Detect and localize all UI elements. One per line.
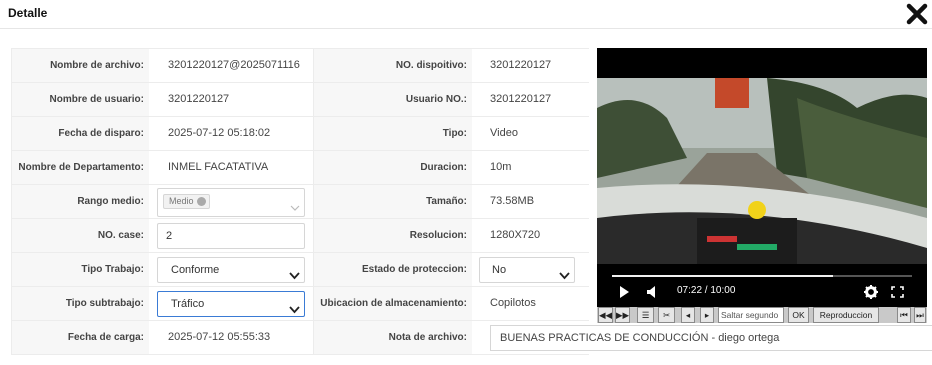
- list-button[interactable]: ☰: [637, 307, 654, 323]
- medium-range-select[interactable]: Medio: [157, 188, 305, 217]
- storage-value: Copilotos: [490, 297, 536, 309]
- dialog-title: Detalle: [8, 6, 48, 20]
- user-no-value: 3201220127: [490, 93, 552, 105]
- last-frame-button[interactable]: ⏭: [914, 307, 926, 323]
- step-forward-button[interactable]: ▸: [700, 307, 714, 323]
- work-type-select[interactable]: Conforme: [157, 257, 305, 283]
- trigger-date-value: 2025-07-12 05:18:02: [168, 127, 271, 139]
- list-icon: ☰: [641, 310, 650, 320]
- case-no-input[interactable]: 2: [157, 223, 305, 249]
- note-input[interactable]: BUENAS PRACTICAS DE CONDUCCIÓN - diego o…: [490, 325, 932, 351]
- resolution-label: Resolucion:: [313, 219, 472, 252]
- type-value: Video: [490, 127, 518, 139]
- play-icon[interactable]: [619, 286, 630, 301]
- skip-seconds-input[interactable]: Saltar segundo: [718, 307, 784, 323]
- work-subtype-select[interactable]: Tráfico: [157, 291, 305, 317]
- form-row: Fecha de disparo: 2025-07-12 05:18:02 Ti…: [12, 117, 589, 151]
- rewind-icon: ◀◀: [599, 310, 613, 320]
- device-no-label: NO. dispoitivo:: [313, 49, 472, 82]
- file-name-value: 3201220127@2025071116: [168, 59, 300, 71]
- work-subtype-label: Tipo subtrabajo:: [12, 287, 149, 320]
- device-no-value: 3201220127: [490, 59, 552, 71]
- upload-date-label: Fecha de carga:: [12, 321, 149, 354]
- range-tag: Medio: [163, 194, 210, 209]
- size-label: Tamaño:: [313, 185, 472, 218]
- fast-forward-button[interactable]: ▶▶: [615, 307, 630, 323]
- chevron-down-icon: [290, 198, 300, 211]
- work-type-label: Tipo Trabajo:: [12, 253, 149, 286]
- form-row: Fecha de carga: 2025-07-12 05:55:33 Nota…: [12, 321, 932, 355]
- protection-select[interactable]: No: [479, 257, 575, 283]
- upload-date-value: 2025-07-12 05:55:33: [168, 331, 271, 343]
- frame-forward-icon: ▸: [704, 310, 710, 320]
- case-no-label: NO. case:: [12, 219, 149, 252]
- user-name-label: Nombre de usuario:: [12, 83, 149, 116]
- file-name-label: Nombre de archivo:: [12, 49, 149, 82]
- resolution-value: 1280X720: [490, 229, 541, 241]
- rewind-button[interactable]: ◀◀: [598, 307, 613, 323]
- chevron-down-icon: [559, 266, 570, 280]
- form-row: Rango medio: Medio Tamaño: 73.58MB: [12, 185, 589, 219]
- form-row: Tipo subtrabajo: Tráfico Ubicacion de al…: [12, 287, 589, 321]
- department-value: INMEL FACATATIVA: [168, 161, 269, 173]
- skip-end-icon: ⏭: [916, 310, 924, 320]
- storage-label: Ubicacion de almacenamiento:: [313, 287, 472, 320]
- range-tag-label: Medio: [169, 196, 194, 206]
- form-row: Nombre de Departamento: INMEL FACATATIVA…: [12, 151, 589, 185]
- volume-icon[interactable]: [647, 286, 657, 301]
- playback-toolbar: ◀◀ ▶▶ ☰ ✂ ◂ ▸ Saltar segundo OK Reproduc…: [597, 307, 927, 323]
- protection-label: Estado de proteccion:: [313, 253, 472, 286]
- gear-icon[interactable]: [864, 285, 878, 302]
- trigger-date-label: Fecha de disparo:: [12, 117, 149, 150]
- scissors-icon: ✂: [662, 310, 671, 320]
- playback-button[interactable]: Reproduccion: [813, 307, 879, 323]
- duration-value: 10m: [490, 161, 512, 173]
- fullscreen-icon[interactable]: [891, 286, 904, 301]
- chevron-down-icon: [289, 266, 300, 280]
- size-value: 73.58MB: [490, 195, 535, 207]
- close-icon[interactable]: [905, 3, 929, 25]
- note-label: Nota de archivo:: [313, 321, 472, 354]
- form-row: Nombre de usuario: 3201220127 Usuario NO…: [12, 83, 589, 117]
- video-time: 07:22 / 10:00: [677, 285, 736, 296]
- ok-button[interactable]: OK: [788, 307, 809, 323]
- video-player[interactable]: 07:22 / 10:00: [597, 48, 927, 309]
- cut-button[interactable]: ✂: [658, 307, 675, 323]
- form-row: NO. case: 2 Resolucion: 1280X720: [12, 219, 589, 253]
- video-frame: [597, 78, 927, 264]
- type-label: Tipo:: [313, 117, 472, 150]
- frame-back-icon: ◂: [685, 310, 691, 320]
- medium-range-label: Rango medio:: [12, 185, 149, 218]
- user-no-label: Usuario NO.:: [313, 83, 472, 116]
- user-name-value: 3201220127: [168, 93, 230, 105]
- form-row: Tipo Trabajo: Conforme Estado de protecc…: [12, 253, 589, 287]
- work-type-value: Conforme: [171, 264, 220, 276]
- department-label: Nombre de Departamento:: [12, 151, 149, 184]
- fast-forward-icon: ▶▶: [616, 310, 630, 320]
- duration-label: Duracion:: [313, 151, 472, 184]
- dialog-header: Detalle: [0, 0, 932, 29]
- step-back-button[interactable]: ◂: [681, 307, 695, 323]
- video-progress-bar[interactable]: [612, 275, 912, 277]
- detail-form: Nombre de archivo: 3201220127@2025071116…: [11, 48, 932, 355]
- chevron-down-icon: [289, 300, 300, 314]
- skip-start-icon: ⏮: [900, 310, 908, 320]
- remove-tag-icon[interactable]: [196, 197, 206, 207]
- work-subtype-value: Tráfico: [171, 298, 205, 310]
- protection-value: No: [492, 264, 507, 276]
- video-progress-fill: [612, 275, 834, 277]
- first-frame-button[interactable]: ⏮: [897, 307, 911, 323]
- form-row: Nombre de archivo: 3201220127@2025071116…: [12, 49, 589, 83]
